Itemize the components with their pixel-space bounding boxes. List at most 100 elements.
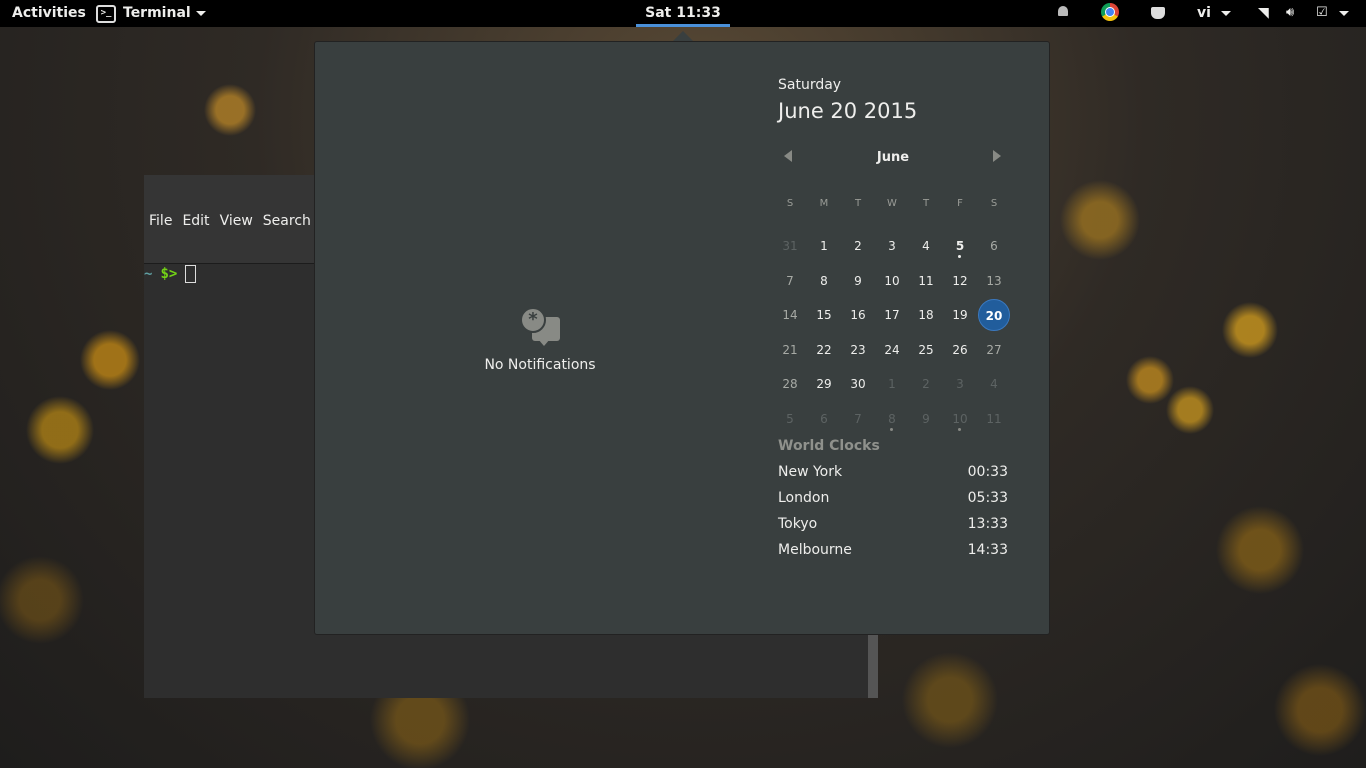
world-clock-row: London 05:33 [778, 488, 1008, 514]
calendar-day[interactable]: 7 [773, 264, 807, 298]
calendar-day[interactable]: 22 [807, 333, 841, 367]
calendar-week: 21 22 23 24 25 26 27 [773, 333, 1011, 368]
calendar-day[interactable]: 1 [807, 229, 841, 263]
popup-arrow [673, 31, 693, 41]
calendar-day[interactable]: 31 [773, 229, 807, 263]
calendar-day[interactable]: 11 [909, 264, 943, 298]
activities-button[interactable]: Activities [12, 0, 86, 27]
calendar-day[interactable]: 19 [943, 298, 977, 332]
calendar-week: 14 15 16 17 18 19 20 [773, 298, 1011, 333]
calendar-day[interactable]: 25 [909, 333, 943, 367]
chrome-icon[interactable] [1101, 3, 1119, 21]
calendar-day[interactable]: 12 [943, 264, 977, 298]
calendar-day[interactable]: 30 [841, 367, 875, 401]
calendar-week: 5 6 7 8 9 10 11 [773, 402, 1011, 437]
day-header: S [990, 198, 998, 209]
wifi-icon[interactable]: ◥ [1258, 5, 1274, 21]
app-menu-button[interactable]: >_ Terminal [96, 0, 206, 27]
day-header: M [819, 198, 829, 209]
calendar-day[interactable]: 6 [977, 229, 1011, 263]
date-menu-popup: * No Notifications Saturday June 20 2015… [314, 41, 1050, 635]
menu-search[interactable]: Search [263, 213, 311, 229]
world-clock-city: Tokyo [778, 516, 818, 532]
day-header: W [887, 198, 897, 209]
chevron-down-icon [1339, 10, 1349, 16]
keyboard-layout-button[interactable]: vi [1197, 0, 1231, 27]
calendar-day[interactable]: 5 [773, 402, 807, 436]
calendar-week: 28 29 30 1 2 3 4 [773, 367, 1011, 402]
chevron-down-icon [195, 11, 206, 16]
calendar-day[interactable]: 23 [841, 333, 875, 367]
world-clock-time: 05:33 [967, 490, 1008, 506]
calendar-day[interactable]: 1 [875, 367, 909, 401]
calendar-day[interactable]: 21 [773, 333, 807, 367]
menu-view[interactable]: View [220, 213, 253, 229]
calendar-day[interactable]: 2 [909, 367, 943, 401]
calendar-day[interactable]: 16 [841, 298, 875, 332]
terminal-prompt[interactable]: ~ $> [144, 265, 197, 283]
calendar-day[interactable]: 29 [807, 367, 841, 401]
calendar-day[interactable]: 10 [875, 264, 909, 298]
calendar-day[interactable]: 3 [943, 367, 977, 401]
prompt-symbol: $> [160, 266, 178, 282]
bell-icon[interactable] [1058, 6, 1068, 16]
calendar-day[interactable]: 13 [977, 264, 1011, 298]
calendar-grid: S M T W T F S 31 1 2 3 4 5 6 7 8 9 10 11… [773, 187, 1011, 436]
calendar-day[interactable]: 6 [807, 402, 841, 436]
calendar-day[interactable]: 3 [875, 229, 909, 263]
next-month-button[interactable] [993, 150, 1001, 162]
calendar-day[interactable]: 2 [841, 229, 875, 263]
calendar-day[interactable]: 26 [943, 333, 977, 367]
system-menu-button[interactable] [1334, 0, 1349, 27]
full-date-label[interactable]: June 20 2015 [778, 99, 917, 123]
previous-month-button[interactable] [784, 150, 792, 162]
calendar-day[interactable]: 7 [841, 402, 875, 436]
notification-area: * No Notifications [475, 307, 605, 373]
calendar-day[interactable]: 10 [943, 402, 977, 436]
calendar-day[interactable]: 15 [807, 298, 841, 332]
calendar-day-today[interactable]: 20 [978, 299, 1010, 331]
menu-edit[interactable]: Edit [182, 213, 209, 229]
coffee-icon[interactable] [1151, 7, 1165, 19]
chevron-down-icon [1220, 10, 1231, 16]
world-clock-time: 14:33 [967, 542, 1008, 558]
power-icon[interactable]: ☑ [1316, 5, 1328, 21]
world-clocks-title[interactable]: World Clocks [778, 438, 880, 454]
world-clock-row: New York 00:33 [778, 462, 1008, 488]
calendar-week: 31 1 2 3 4 5 6 [773, 229, 1011, 264]
clock-button[interactable]: Sat 11:33 [636, 0, 730, 27]
calendar-day[interactable]: 5 [943, 229, 977, 263]
top-bar: Activities >_ Terminal Sat 11:33 vi ◥ 🔊︎… [0, 0, 1366, 27]
calendar-day[interactable]: 8 [875, 402, 909, 436]
calendar-day[interactable]: 18 [909, 298, 943, 332]
keyboard-layout-label: vi [1197, 5, 1211, 21]
volume-icon[interactable]: 🔊︎ [1286, 5, 1294, 21]
clock-active-indicator [636, 24, 730, 27]
terminal-scrollbar[interactable] [868, 635, 878, 698]
world-clocks-list[interactable]: New York 00:33 London 05:33 Tokyo 13:33 … [778, 462, 1008, 566]
calendar-day[interactable]: 11 [977, 402, 1011, 436]
no-notifications-label: No Notifications [484, 357, 596, 373]
text-cursor [185, 265, 197, 283]
terminal-menubar: File Edit View Search T [149, 213, 329, 229]
world-clock-time: 00:33 [967, 464, 1008, 480]
terminal-app-icon: >_ [96, 4, 116, 23]
calendar-week: 7 8 9 10 11 12 13 [773, 264, 1011, 299]
calendar-day[interactable]: 4 [977, 367, 1011, 401]
world-clock-city: London [778, 490, 830, 506]
prompt-dir: ~ [144, 266, 153, 282]
calendar-day[interactable]: 4 [909, 229, 943, 263]
calendar-day[interactable]: 8 [807, 264, 841, 298]
calendar-day[interactable]: 17 [875, 298, 909, 332]
calendar-day[interactable]: 9 [909, 402, 943, 436]
calendar-month-label: June [876, 150, 910, 165]
calendar-day[interactable]: 27 [977, 333, 1011, 367]
calendar-day[interactable]: 28 [773, 367, 807, 401]
weekday-label[interactable]: Saturday [778, 77, 841, 93]
calendar-day[interactable]: 14 [773, 298, 807, 332]
calendar-day[interactable]: 9 [841, 264, 875, 298]
calendar-day[interactable]: 24 [875, 333, 909, 367]
world-clock-city: Melbourne [778, 542, 852, 558]
day-header: T [922, 198, 930, 209]
menu-file[interactable]: File [149, 213, 172, 229]
